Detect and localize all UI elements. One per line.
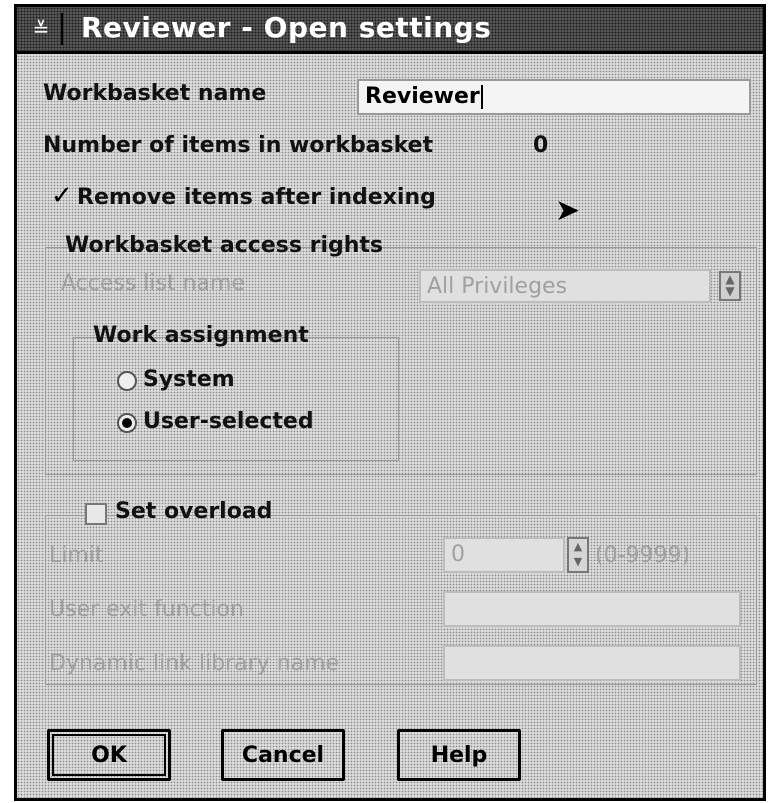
work-assignment-title: Work assignment <box>93 323 309 348</box>
limit-input: 0 <box>443 537 565 573</box>
remove-items-label[interactable]: Remove items after indexing <box>77 185 436 210</box>
dll-input <box>443 645 741 681</box>
remove-items-checkbox[interactable]: ✓ <box>51 181 73 211</box>
dll-label: Dynamic link library name <box>49 651 340 676</box>
settings-window: ≚ Reviewer - Open settings Workbasket na… <box>14 4 766 801</box>
text-caret <box>480 85 483 109</box>
limit-spinner-icon: ▲ ▼ <box>567 537 589 573</box>
user-exit-label: User exit function <box>49 597 244 622</box>
item-count-value: 0 <box>533 133 549 158</box>
mouse-pointer-icon: ➤ <box>555 193 581 228</box>
radio-system[interactable] <box>117 371 137 391</box>
radio-user-selected[interactable] <box>117 413 137 433</box>
workbasket-name-input[interactable]: Reviewer <box>357 79 751 115</box>
cancel-button[interactable]: Cancel <box>221 729 345 781</box>
system-menu-icon[interactable]: ≚ <box>21 13 63 45</box>
set-overload-checkbox[interactable] <box>85 503 107 525</box>
set-overload-label[interactable]: Set overload <box>115 499 272 524</box>
access-list-dropdown-icon: ▲ ▼ <box>719 271 741 301</box>
access-rights-title: Workbasket access rights <box>65 233 384 258</box>
work-assignment-group <box>73 337 399 461</box>
workbasket-name-label: Workbasket name <box>43 81 267 106</box>
access-list-label: Access list name <box>61 271 246 296</box>
radio-user-selected-label[interactable]: User-selected <box>143 409 314 434</box>
radio-system-label[interactable]: System <box>143 367 235 392</box>
item-count-label: Number of items in workbasket <box>43 133 434 158</box>
access-list-field: All Privileges <box>419 269 711 303</box>
title-bar[interactable]: ≚ Reviewer - Open settings <box>17 7 763 54</box>
window-title: Reviewer - Open settings <box>81 11 492 44</box>
user-exit-input <box>443 591 741 627</box>
limit-range: (0-9999) <box>595 543 691 568</box>
ok-button[interactable]: OK <box>47 729 171 781</box>
limit-label: Limit <box>49 543 104 568</box>
help-button[interactable]: Help <box>397 729 521 781</box>
